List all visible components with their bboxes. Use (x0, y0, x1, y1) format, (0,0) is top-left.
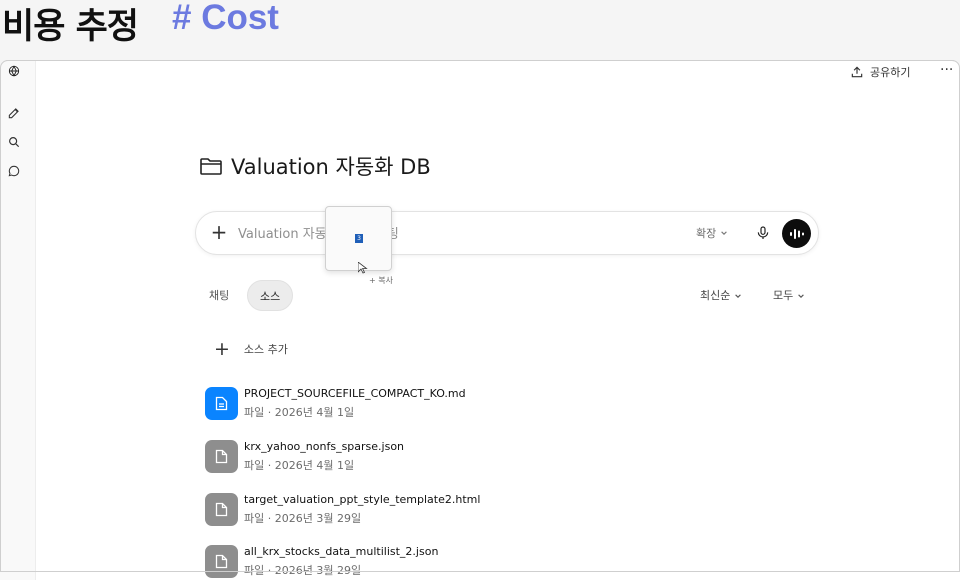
banner-title: 비용 추정 (2, 7, 139, 47)
document-icon (205, 387, 238, 420)
app-window: 공유하기 ··· Valuation 자동화 DB + 확장 3 + 복사 채팅… (0, 60, 960, 580)
microphone-icon[interactable] (755, 224, 771, 242)
add-attachment-button[interactable]: + (210, 222, 228, 242)
list-item[interactable]: all_krx_stocks_data_multilist_2.json 파일 … (205, 545, 815, 580)
chevron-down-icon (735, 293, 742, 298)
expand-label: 확장 (696, 227, 717, 240)
list-item[interactable]: PROJECT_SOURCEFILE_COMPACT_KO.md 파일 · 20… (205, 387, 815, 427)
file-name: target_valuation_ppt_style_template2.htm… (244, 493, 481, 506)
share-label: 공유하기 (870, 66, 911, 79)
more-options-button[interactable]: ··· (940, 62, 953, 78)
voice-mode-button[interactable] (782, 219, 811, 248)
chat-bubble-icon[interactable] (5, 162, 23, 180)
new-chat-icon[interactable] (5, 104, 23, 122)
filter-dropdown[interactable]: 모두 (773, 280, 805, 311)
sort-order-label: 최신순 (700, 289, 731, 302)
file-meta: 파일 · 2026년 4월 1일 (244, 459, 355, 472)
chevron-down-icon (721, 231, 728, 235)
file-icon (205, 545, 238, 578)
drag-count-badge: 3 (355, 234, 363, 243)
chat-composer: + 확장 (195, 211, 819, 255)
tab-source[interactable]: 소스 (247, 280, 294, 311)
search-icon[interactable] (5, 133, 23, 151)
expand-dropdown[interactable]: 확장 (696, 225, 728, 241)
file-icon (205, 493, 238, 526)
upload-icon (851, 66, 863, 78)
plus-icon: + (214, 338, 230, 360)
folder-icon (200, 158, 222, 175)
sort-order-dropdown[interactable]: 최신순 (700, 280, 742, 311)
file-name: PROJECT_SOURCEFILE_COMPACT_KO.md (244, 387, 466, 400)
tab-bar: 채팅 소스 최신순 모두 (197, 280, 817, 312)
list-item[interactable]: krx_yahoo_nonfs_sparse.json 파일 · 2026년 4… (205, 440, 815, 480)
file-meta: 파일 · 2026년 4월 1일 (244, 406, 355, 419)
project-title-text: Valuation 자동화 DB (231, 155, 431, 179)
file-meta: 파일 · 2026년 3월 29일 (244, 564, 362, 577)
tab-chat[interactable]: 채팅 (197, 280, 241, 311)
add-source-button[interactable]: + 소스 추가 (214, 338, 288, 360)
drag-preview: 3 (325, 206, 392, 274)
cursor-icon (358, 262, 368, 274)
share-button[interactable]: 공유하기 (850, 64, 910, 80)
add-source-label: 소스 추가 (243, 343, 288, 356)
file-name: all_krx_stocks_data_multilist_2.json (244, 545, 439, 558)
logo-icon[interactable] (5, 62, 23, 80)
file-meta: 파일 · 2026년 3월 29일 (244, 512, 362, 525)
file-icon (205, 440, 238, 473)
header-banner: 비용 추정 # Cost (0, 0, 960, 60)
list-item[interactable]: target_valuation_ppt_style_template2.htm… (205, 493, 815, 533)
file-name: krx_yahoo_nonfs_sparse.json (244, 440, 405, 453)
sidebar-rail (0, 61, 36, 580)
chat-input[interactable] (238, 224, 668, 244)
chevron-down-icon (798, 293, 805, 298)
filter-label: 모두 (773, 289, 794, 302)
waveform-icon (789, 228, 804, 239)
banner-tag: # Cost (172, 0, 279, 37)
page-title: Valuation 자동화 DB (199, 151, 431, 181)
